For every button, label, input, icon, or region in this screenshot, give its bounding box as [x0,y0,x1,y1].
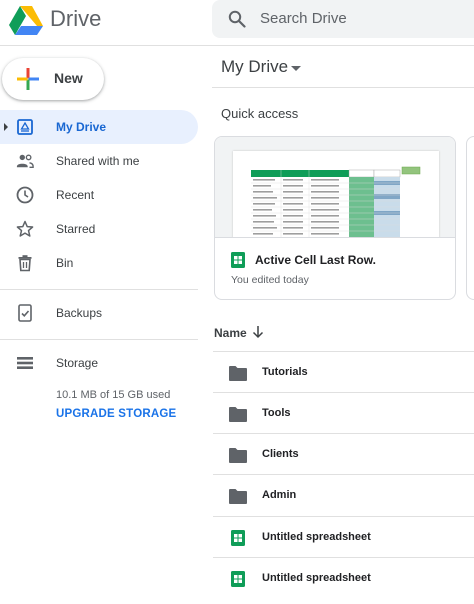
new-button-label: New [54,70,83,86]
file-name: Tools [262,407,291,419]
file-row[interactable]: Tutorials [213,351,474,392]
sidebar-item-label: Starred [56,222,96,236]
folder-icon [229,448,247,463]
file-row[interactable]: Untitled spreadsheet [213,516,474,557]
sidebar-item-label: Backups [56,306,103,320]
sidebar-item-backups[interactable]: Backups [0,296,198,330]
sheets-icon [231,252,245,268]
spreadsheet-preview-image [233,151,439,237]
folder-icon [229,366,247,381]
sidebar-item-bin[interactable]: Bin [0,246,198,280]
quick-access-file-name: Active Cell Last Row. [255,253,376,267]
quick-access-heading: Quick access [221,106,299,121]
file-name: Untitled spreadsheet [262,572,371,584]
file-name: Admin [262,489,297,501]
folder-icon [229,407,247,422]
clock-icon [16,186,34,204]
sidebar-item-label: Shared with me [56,154,140,168]
search-input[interactable]: Search Drive [260,10,347,27]
sidebar-item-label: Storage [56,356,99,370]
sidebar-item-label: My Drive [56,120,107,134]
sidebar-item-starred[interactable]: Starred [0,212,198,246]
chevron-down-icon[interactable] [291,66,301,71]
trash-icon [18,255,32,272]
people-icon [16,154,34,168]
brand-name[interactable]: Drive [50,6,101,32]
file-row[interactable]: Tools [213,392,474,433]
sheets-icon [231,530,245,546]
sheets-icon [231,571,245,587]
file-row[interactable]: Admin [213,474,474,515]
new-button[interactable]: New [2,58,104,100]
quick-access-file-subtitle: You edited today [231,274,309,286]
my-drive-icon [17,119,33,135]
star-icon [16,220,34,237]
drive-logo-icon[interactable] [8,4,44,36]
quick-access-card[interactable]: Active Cell Last Row. You edited today [214,136,456,300]
title-divider [212,87,474,88]
top-bar: Drive Search Drive [0,0,474,46]
upgrade-storage-link[interactable]: UPGRADE STORAGE [56,408,176,420]
file-row[interactable]: Untitled spreadsheet [213,557,474,598]
search-bar[interactable]: Search Drive [212,0,474,38]
sidebar-item-my-drive[interactable]: My Drive [0,110,198,144]
quick-access-card-partial[interactable] [466,136,474,300]
sidebar-item-recent[interactable]: Recent [0,178,198,212]
name-column-header[interactable]: Name [214,326,247,340]
page-title[interactable]: My Drive [221,57,288,77]
sidebar-item-label: Bin [56,256,74,270]
backup-icon [18,304,32,322]
sidebar-item-shared-with-me[interactable]: Shared with me [0,144,198,178]
sidebar-divider [0,339,198,340]
file-name: Clients [262,448,299,460]
sidebar-divider [0,289,198,290]
arrow-down-icon[interactable] [252,325,264,339]
folder-icon [229,489,247,504]
sidebar-item-storage[interactable]: Storage [0,346,198,380]
search-icon[interactable] [228,10,246,28]
file-name: Tutorials [262,366,308,378]
plus-icon [17,68,39,90]
file-name: Untitled spreadsheet [262,531,371,543]
expand-caret-icon[interactable] [4,123,8,131]
storage-usage-text: 10.1 MB of 15 GB used [56,389,171,401]
storage-icon [17,357,33,369]
file-row[interactable]: Clients [213,433,474,474]
file-thumbnail [215,137,455,238]
sidebar-item-label: Recent [56,188,95,202]
